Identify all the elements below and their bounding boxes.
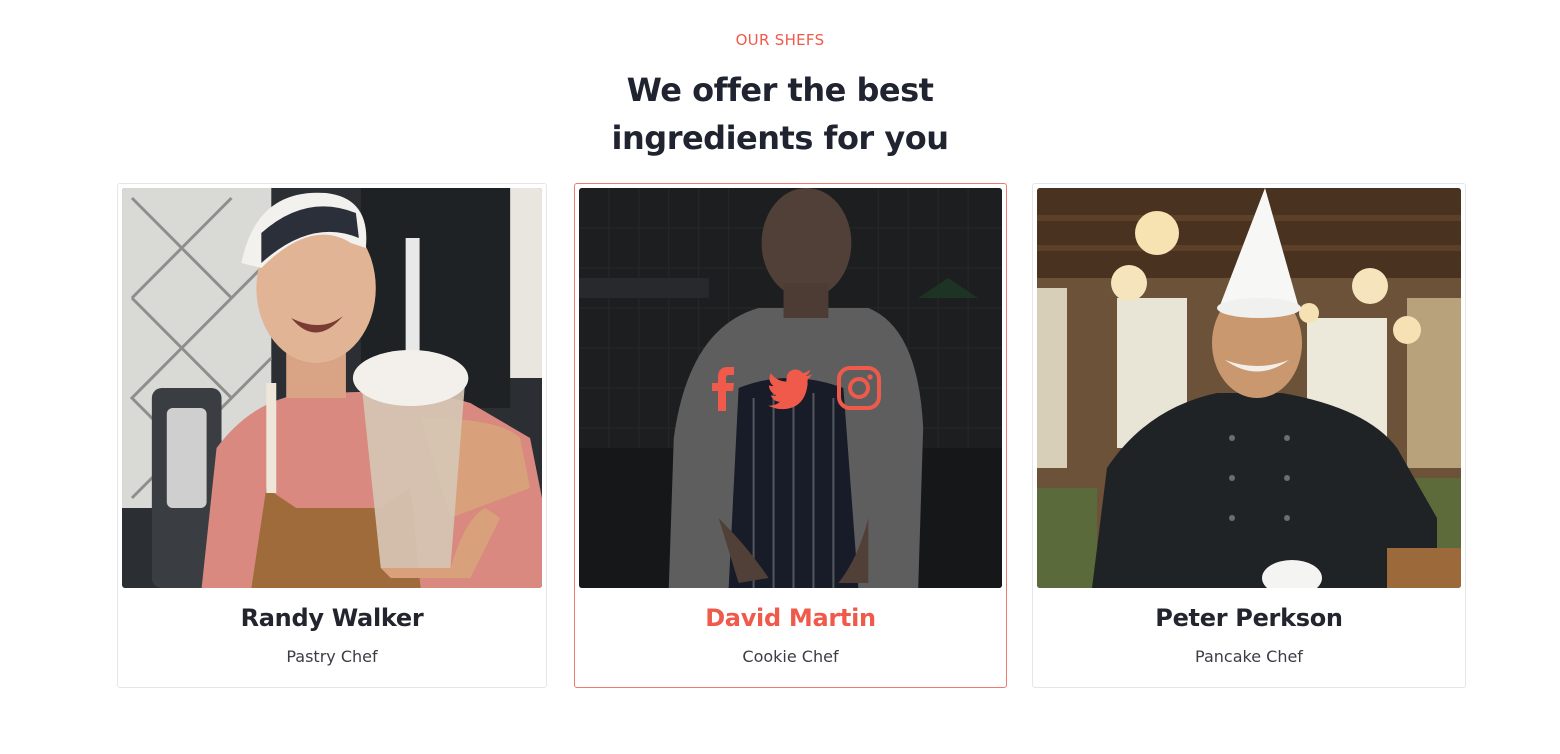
chef-role: Pancake Chef [1195, 647, 1303, 666]
chefs-section: OUR SHEFS We offer the best ingredients … [0, 0, 1560, 754]
section-heading: We offer the best ingredients for you [0, 66, 1560, 162]
heading-line-1: We offer the best [626, 71, 934, 109]
chef-card-randy-walker[interactable]: Randy Walker Pastry Chef [117, 183, 547, 688]
chef-photo [1037, 188, 1461, 588]
social-links [579, 363, 1002, 413]
chef-photo [579, 188, 1002, 588]
chef-role: Pastry Chef [286, 647, 378, 666]
chef-card-peter-perkson[interactable]: Peter Perkson Pancake Chef [1032, 183, 1466, 688]
twitter-icon[interactable] [767, 363, 814, 413]
heading-line-2: ingredients for you [611, 119, 949, 157]
chef-name: Peter Perkson [1155, 604, 1343, 632]
chef-card-david-martin[interactable]: David Martin Cookie Chef [574, 183, 1007, 688]
instagram-icon[interactable] [836, 363, 882, 413]
facebook-icon[interactable] [700, 363, 746, 413]
chef-role: Cookie Chef [742, 647, 839, 666]
chef-name: David Martin [705, 604, 876, 632]
section-eyebrow: OUR SHEFS [735, 31, 825, 49]
chef-photo [122, 188, 542, 588]
chef-name: Randy Walker [240, 604, 424, 632]
